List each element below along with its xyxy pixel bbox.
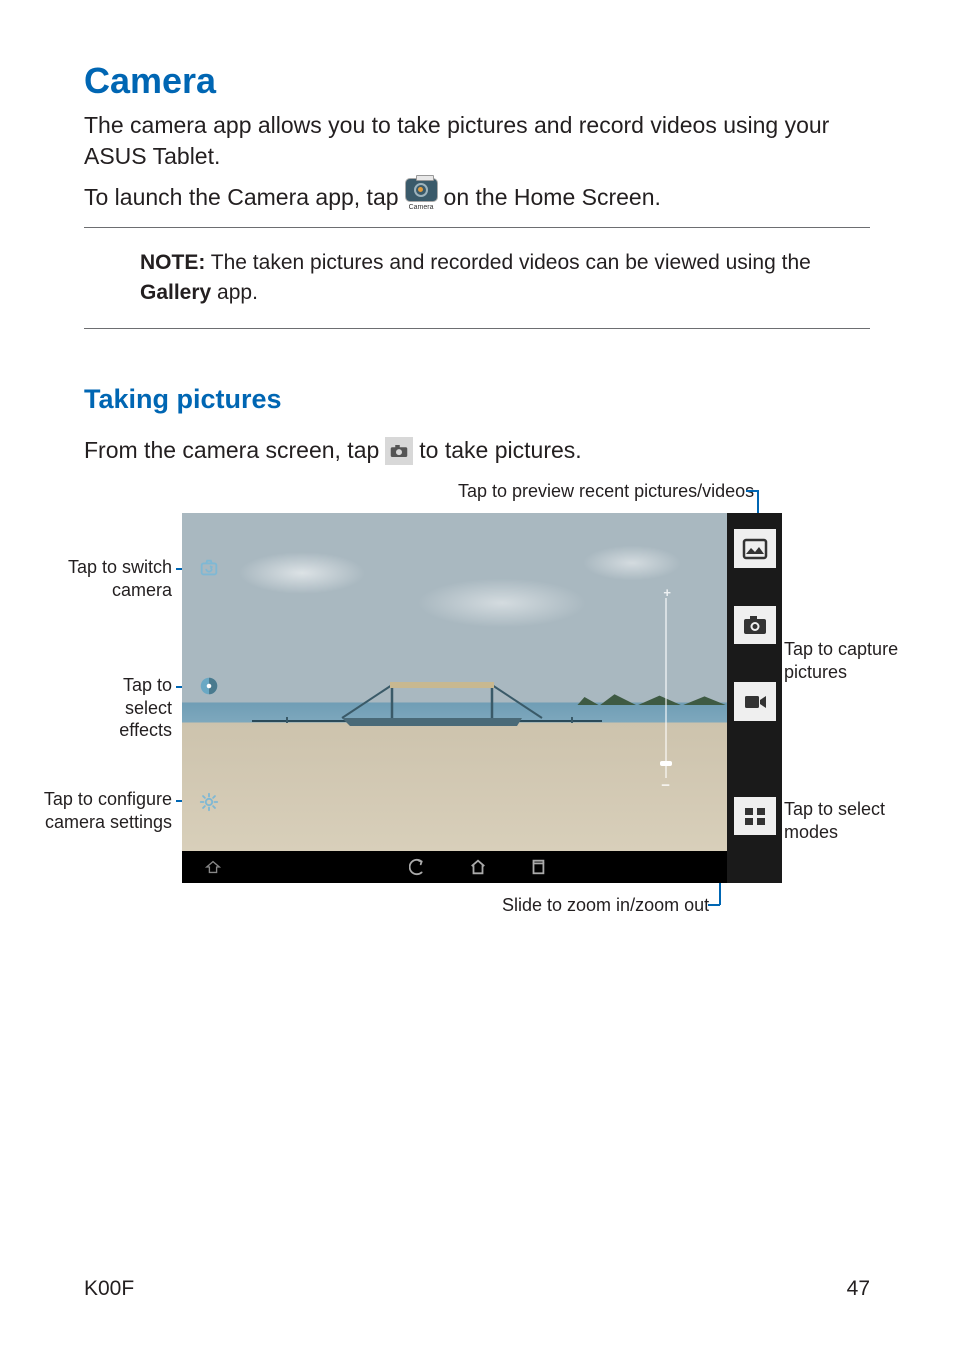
video-record-button[interactable] xyxy=(734,682,776,721)
zoom-minus-icon: − xyxy=(661,777,670,794)
callout-zoom: Slide to zoom in/zoom out xyxy=(502,894,709,917)
note-text: The taken pictures and recorded videos c… xyxy=(205,251,811,274)
camera-app-icon: Camera xyxy=(405,178,438,212)
launch-pre: To launch the Camera app, tap xyxy=(84,182,399,213)
callout-effects: Tap to select effects xyxy=(72,674,172,742)
back-button[interactable] xyxy=(409,858,427,876)
settings-gear-icon[interactable] xyxy=(194,787,224,817)
take-pre: From the camera screen, tap xyxy=(84,435,379,466)
home-button[interactable] xyxy=(469,858,487,876)
footer-page-number: 47 xyxy=(847,1277,870,1301)
recent-apps-button[interactable] xyxy=(529,858,547,876)
footer-model: K00F xyxy=(84,1277,134,1301)
callout-preview: Tap to preview recent pictures/videos xyxy=(458,480,754,503)
callout-capture: Tap to capture pictures xyxy=(784,638,904,683)
zoom-handle[interactable] xyxy=(660,761,672,766)
launch-post: on the Home Screen. xyxy=(444,182,661,213)
launch-line: To launch the Camera app, tap Camera on … xyxy=(84,182,870,216)
callout-switch: Tap to switch camera xyxy=(60,556,172,601)
shutter-icon xyxy=(385,437,413,465)
camera-screenshot: + − xyxy=(182,513,782,883)
note-tail: app. xyxy=(211,281,258,304)
zoom-slider[interactable] xyxy=(665,598,667,778)
heading-camera: Camera xyxy=(84,60,870,102)
heading-taking-pictures: Taking pictures xyxy=(84,384,870,415)
effects-icon[interactable] xyxy=(194,671,224,701)
note-gallery: Gallery xyxy=(140,281,211,304)
take-line: From the camera screen, tap to take pict… xyxy=(84,435,870,466)
intro-text: The camera app allows you to take pictur… xyxy=(84,110,870,172)
asus-home-icon[interactable] xyxy=(204,858,222,876)
callout-settings: Tap to configure camera settings xyxy=(40,788,172,833)
note-label: NOTE: xyxy=(140,251,205,274)
camera-diagram: Tap to preview recent pictures/videos Ta… xyxy=(84,480,870,920)
boat-illustration xyxy=(242,663,612,733)
system-nav-bar xyxy=(182,851,727,883)
modes-button[interactable] xyxy=(734,797,776,836)
camera-app-icon-label: Camera xyxy=(409,203,434,212)
right-controls xyxy=(727,513,782,851)
note-box: NOTE: The taken pictures and recorded vi… xyxy=(84,227,870,330)
callout-modes: Tap to select modes xyxy=(784,798,904,843)
capture-button[interactable] xyxy=(734,606,776,645)
gallery-preview-button[interactable] xyxy=(734,529,776,568)
page-footer: K00F 47 xyxy=(84,1277,870,1301)
switch-camera-icon[interactable] xyxy=(194,553,224,583)
viewfinder: + − xyxy=(182,513,727,851)
take-post: to take pictures. xyxy=(419,435,581,466)
